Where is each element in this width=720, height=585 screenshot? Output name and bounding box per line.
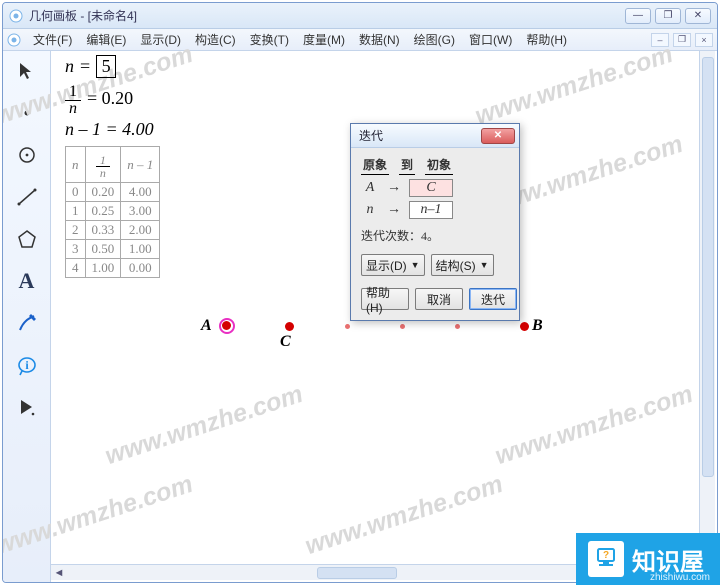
menu-graph[interactable]: 绘图(G) [408, 29, 461, 50]
table-header: 1n [85, 147, 121, 183]
chevron-down-icon: ▼ [411, 260, 420, 270]
iterated-point[interactable] [400, 324, 405, 329]
parameter-n[interactable]: n = 5 [65, 55, 160, 78]
iteration-count: 迭代次数：4。 [361, 227, 509, 244]
branding-logo-icon: ? [588, 541, 624, 577]
table-header: n [66, 147, 86, 183]
menu-measure[interactable]: 度量(M) [297, 29, 351, 50]
doc-restore-button[interactable]: ❐ [673, 33, 691, 47]
dialog-title: 迭代 [359, 127, 481, 144]
cancel-button[interactable]: 取消 [415, 288, 463, 310]
watermark: www.wmzhe.com [302, 470, 507, 561]
point-C[interactable] [285, 322, 294, 331]
minimize-button[interactable]: — [625, 8, 651, 24]
display-menu-button[interactable]: 显示(D)▼ [361, 254, 425, 276]
tool-info[interactable]: i [11, 351, 43, 379]
main-window: 几何画板 - [未命名4] — ❐ ✕ 文件(F) 编辑(E) 显示(D) 构造… [2, 2, 718, 583]
watermark: www.wmzhe.com [492, 380, 697, 471]
table-row: 00.204.00 [66, 183, 160, 202]
table-row: 41.000.00 [66, 259, 160, 278]
dialog-titlebar[interactable]: 迭代 ✕ [351, 124, 519, 148]
app-icon [9, 9, 23, 23]
iterate-button[interactable]: 迭代 [469, 288, 517, 310]
map-target-input[interactable]: n–1 [409, 201, 453, 219]
menu-transform[interactable]: 变换(T) [244, 29, 295, 50]
menu-help[interactable]: 帮助(H) [520, 29, 573, 50]
var-n: n [65, 56, 74, 77]
tool-polygon[interactable] [11, 225, 43, 253]
map-target-input[interactable]: C [409, 179, 453, 197]
scrollbar-thumb[interactable] [317, 567, 397, 579]
table-row: 30.501.00 [66, 240, 160, 259]
label-C[interactable]: C [280, 333, 291, 351]
menu-data[interactable]: 数据(N) [353, 29, 406, 50]
dialog-close-button[interactable]: ✕ [481, 128, 515, 144]
tool-arrow[interactable] [11, 57, 43, 85]
vertical-scrollbar[interactable] [699, 51, 715, 564]
tool-script[interactable] [11, 393, 43, 421]
table-row: 10.253.00 [66, 202, 160, 221]
map-row: A → C [361, 179, 509, 197]
app-icon-small [7, 33, 21, 47]
point-A[interactable] [222, 321, 231, 330]
watermark: www.wmzhe.com [102, 380, 307, 471]
branding-badge: ? 知识屋 zhishiwu.com [576, 533, 720, 585]
maximize-button[interactable]: ❐ [655, 8, 681, 24]
close-button[interactable]: ✕ [685, 8, 711, 24]
help-button[interactable]: 帮助(H) [361, 288, 409, 310]
tool-pen[interactable] [11, 309, 43, 337]
tool-text[interactable]: A [11, 267, 43, 295]
scrollbar-thumb[interactable] [702, 57, 714, 477]
structure-menu-button[interactable]: 结构(S)▼ [431, 254, 494, 276]
tool-line[interactable] [11, 183, 43, 211]
label-B[interactable]: B [532, 317, 543, 335]
iterated-point[interactable] [345, 324, 350, 329]
table-header: n – 1 [121, 147, 160, 183]
iteration-table[interactable]: n 1n n – 1 00.204.00 10.253.00 20.332.00… [65, 146, 160, 278]
menu-display[interactable]: 显示(D) [134, 29, 187, 50]
content-area: A i www.wmzhe.com www.wmzhe.com www.wmzh… [3, 51, 717, 582]
menu-window[interactable]: 窗口(W) [463, 29, 518, 50]
branding-subtext: zhishiwu.com [650, 572, 710, 583]
iterate-dialog: 迭代 ✕ 原象 到 初象 A → C n [350, 123, 520, 321]
menu-construct[interactable]: 构造(C) [189, 29, 242, 50]
watermark: www.wmzhe.com [472, 40, 677, 131]
point-B[interactable] [520, 322, 529, 331]
n-value-box[interactable]: 5 [96, 55, 116, 78]
calc-reciprocal[interactable]: 1 n = 0.20 [65, 78, 160, 119]
canvas[interactable]: www.wmzhe.com www.wmzhe.com www.wmzhe.co… [51, 51, 717, 582]
iterated-point[interactable] [455, 324, 460, 329]
tool-point[interactable] [11, 99, 43, 127]
doc-minimize-button[interactable]: – [651, 33, 669, 47]
titlebar: 几何画板 - [未命名4] — ❐ ✕ [3, 3, 717, 29]
map-row: n → n–1 [361, 201, 509, 219]
menubar: 文件(F) 编辑(E) 显示(D) 构造(C) 变换(T) 度量(M) 数据(N… [3, 29, 717, 51]
menu-edit[interactable]: 编辑(E) [80, 29, 132, 50]
map-header: 原象 到 初象 [361, 156, 509, 175]
arrow-icon: → [387, 180, 401, 196]
svg-text:i: i [25, 358, 29, 372]
toolbox: A i [3, 51, 51, 582]
svg-text:?: ? [603, 550, 609, 561]
label-A[interactable]: A [201, 317, 212, 335]
tool-circle[interactable] [11, 141, 43, 169]
chevron-down-icon: ▼ [480, 260, 489, 270]
table-row: 20.332.00 [66, 221, 160, 240]
scroll-left-icon[interactable]: ◄ [51, 565, 67, 581]
math-area: n = 5 1 n = 0.20 n – 1 = 4.00 n [65, 55, 160, 278]
window-title: 几何画板 - [未命名4] [29, 7, 625, 24]
arrow-icon: → [387, 202, 401, 218]
calc-n-minus-1[interactable]: n – 1 = 4.00 [65, 119, 160, 140]
menu-file[interactable]: 文件(F) [27, 29, 78, 50]
doc-close-button[interactable]: × [695, 33, 713, 47]
